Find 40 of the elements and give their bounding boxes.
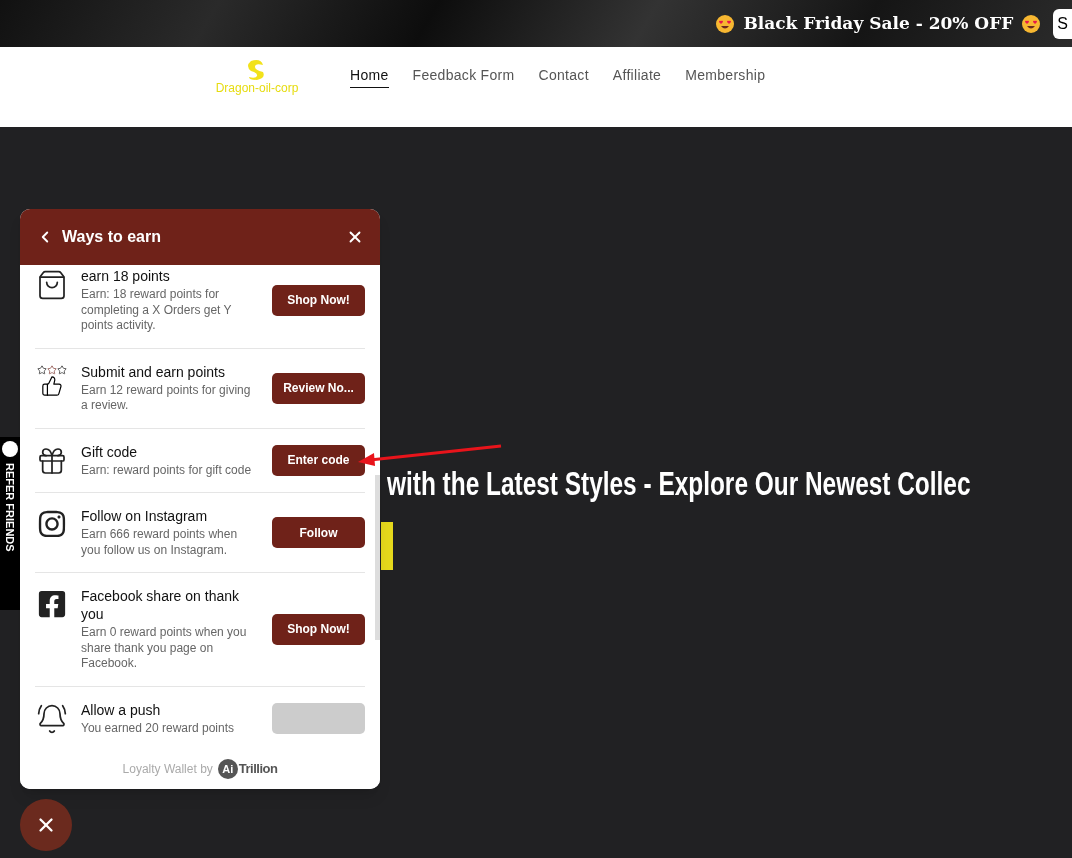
- item-description: Earn 0 reward points when you share thank you page on Facebook.: [81, 625, 248, 672]
- item-description: Earn 666 reward points when you follow us on Instagram.: [81, 527, 239, 558]
- action-button[interactable]: Review No...: [272, 372, 365, 404]
- item-description: Earn: reward points for gift code: [81, 462, 252, 478]
- item-title: Gift code: [81, 442, 139, 461]
- close-widget-button[interactable]: [20, 799, 72, 851]
- item-description: Earn 12 reward points for giving a review.: [81, 382, 252, 414]
- heart-eyes-emoji-icon: [1021, 13, 1042, 34]
- item-title: Submit and earn points: [81, 362, 226, 381]
- stars-thumbs-up-icon: [36, 364, 68, 397]
- brand-mark: Ai: [217, 759, 238, 779]
- nav-link[interactable]: Membership: [685, 65, 766, 88]
- action-button[interactable]: Shop Now!: [272, 613, 365, 645]
- nav-link[interactable]: Home: [350, 65, 389, 88]
- item-title: Facebook share on thank you: [81, 587, 240, 623]
- instagram-icon: [37, 509, 67, 539]
- footer-text: Loyalty Wallet by: [122, 761, 213, 778]
- action-button[interactable]: Enter code: [272, 444, 365, 476]
- logo-text: Dragon-oil-corp: [215, 82, 299, 94]
- heart-eyes-emoji-icon: [715, 13, 736, 34]
- corner-button[interactable]: S: [1053, 8, 1072, 39]
- shopping-bag-icon: [36, 269, 68, 301]
- panel-title: Ways to earn: [62, 227, 162, 247]
- sale-text: Black Friday Sale - 20% OFF: [743, 11, 1014, 35]
- action-button[interactable]: Follow: [272, 517, 365, 548]
- refer-friends-tab[interactable]: REFER FRIENDS: [0, 437, 20, 610]
- nav-link[interactable]: Contact: [538, 65, 589, 88]
- brand-name: Trillion: [238, 760, 278, 779]
- nav-link[interactable]: Feedback Form: [412, 65, 515, 88]
- bell-icon: [36, 702, 68, 735]
- item-title: earn 18 points: [81, 267, 171, 285]
- action-button[interactable]: Shop Now!: [272, 284, 365, 316]
- hero-heading: with the Latest Styles - Explore Our Newest Collec: [387, 467, 971, 500]
- refer-friends-label: REFER FRIENDS: [3, 463, 18, 552]
- nav-link[interactable]: Affiliate: [612, 65, 662, 88]
- item-title: Allow a push: [81, 700, 162, 719]
- facebook-icon: [37, 589, 67, 619]
- item-title: Follow on Instagram: [81, 507, 209, 525]
- item-description: Earn: 18 reward points for completing a X Orders get Y points activity.: [81, 287, 233, 334]
- item-description: You earned 20 reward points: [81, 720, 235, 736]
